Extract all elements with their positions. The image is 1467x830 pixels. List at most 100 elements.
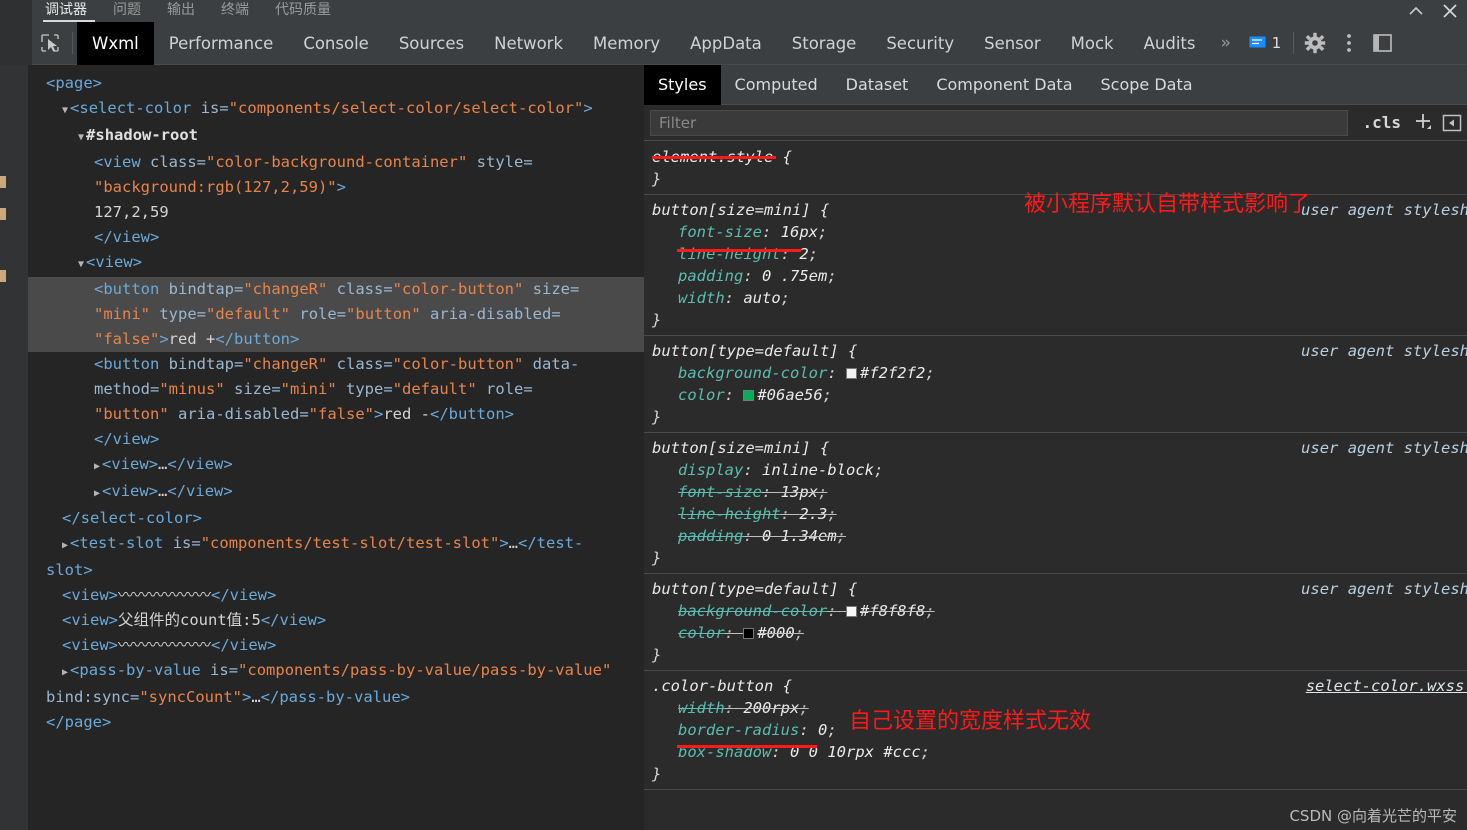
stylesheet-link[interactable]: select-color.wxss:2 — [1306, 675, 1467, 697]
menu-item-output[interactable]: 输出 — [154, 0, 208, 20]
settings-button[interactable] — [1298, 22, 1332, 65]
collapse-button[interactable] — [1399, 0, 1433, 22]
wxml-tree-line[interactable]: "button" aria-disabled="false">red -</bu… — [28, 402, 644, 427]
message-icon — [1249, 36, 1266, 48]
css-declaration[interactable]: padding: 0 .75em; — [652, 265, 1467, 287]
annotation-default-style: 被小程序默认自带样式影响了 — [1024, 192, 1311, 217]
tab-sensor[interactable]: Sensor — [969, 22, 1056, 65]
filter-input[interactable]: Filter — [650, 109, 1349, 136]
tab-memory[interactable]: Memory — [578, 22, 675, 65]
triangle-right-icon[interactable]: ▶ — [62, 660, 68, 685]
tab-security[interactable]: Security — [871, 22, 969, 65]
wxml-tree-line[interactable]: </select-color> — [28, 506, 644, 531]
menu-item-debugger[interactable]: 调试器 — [32, 0, 100, 20]
subtab-dataset[interactable]: Dataset — [832, 65, 923, 105]
subtab-styles[interactable]: Styles — [644, 65, 721, 105]
stylesheet-origin: user agent stylesheet — [1301, 342, 1467, 360]
css-selector[interactable]: button[type=default] {user agent stylesh… — [652, 578, 1467, 600]
css-declaration[interactable]: color: #06ae56; — [652, 384, 1467, 406]
wxml-tree-line[interactable]: method="minus" size="mini" type="default… — [28, 377, 644, 402]
css-rule[interactable]: button[type=default] {user agent stylesh… — [644, 336, 1467, 433]
wxml-tree-line[interactable]: slot> — [28, 558, 644, 583]
subtab-component-data[interactable]: Component Data — [922, 65, 1086, 105]
tab-overflow-button[interactable]: » — [1211, 33, 1241, 53]
wxml-tree-line[interactable]: <button bindtap="changeR" class="color-b… — [28, 352, 644, 377]
wxml-tree-line[interactable]: </view> — [28, 427, 644, 452]
css-rule-close: } — [652, 408, 662, 426]
message-count-indicator[interactable]: 1 — [1241, 34, 1290, 52]
css-declaration[interactable]: line-height: 2.3; — [652, 503, 1467, 525]
css-declaration[interactable]: color: #000; — [652, 622, 1467, 644]
css-rule[interactable]: button[size=mini] {user agent stylesheet… — [644, 433, 1467, 574]
cls-toggle-button[interactable]: .cls — [1354, 113, 1409, 132]
wxml-tree-line[interactable]: </view> — [28, 225, 644, 250]
wxml-tree-line[interactable]: <view>〰〰〰〰〰〰</view> — [28, 633, 644, 658]
devtools-tab-bar: Wxml Performance Console Sources Network… — [0, 21, 1467, 65]
wxml-tree-line[interactable]: ▶ <view>…</view> — [28, 479, 644, 506]
menu-item-terminal[interactable]: 终端 — [208, 0, 262, 20]
triangle-right-icon[interactable]: ▶ — [62, 533, 68, 558]
subtab-computed[interactable]: Computed — [721, 65, 832, 105]
wxml-tree-line[interactable]: <view>〰〰〰〰〰〰</view> — [28, 583, 644, 608]
inspect-element-button[interactable] — [32, 22, 68, 65]
tab-audits[interactable]: Audits — [1129, 22, 1211, 65]
inspect-element-icon — [41, 34, 59, 52]
css-declaration[interactable]: background-color: #f2f2f2; — [652, 362, 1467, 384]
wxml-tree-line[interactable]: ▼ #shadow-root — [28, 123, 644, 150]
wxml-tree-line[interactable]: </page> — [28, 710, 644, 735]
wxml-tree-line[interactable]: "background:rgb(127,2,59)"> — [28, 175, 644, 200]
wxml-tree-line[interactable]: <view class="color-background-container"… — [28, 150, 644, 175]
wxml-tree-line[interactable]: ▶ <view>…</view> — [28, 452, 644, 479]
new-style-rule-button[interactable] — [1409, 111, 1437, 134]
subtab-scope-data[interactable]: Scope Data — [1087, 65, 1207, 105]
css-declaration[interactable]: width: auto; — [652, 287, 1467, 309]
dock-panel-button[interactable] — [1366, 22, 1400, 65]
tab-mock[interactable]: Mock — [1056, 22, 1129, 65]
triangle-right-icon[interactable]: ▶ — [94, 454, 100, 479]
css-rule[interactable]: button[type=default] {user agent stylesh… — [644, 574, 1467, 671]
triangle-down-icon[interactable]: ▼ — [62, 98, 68, 123]
wxml-tree-line[interactable]: ▶ <test-slot is="components/test-slot/tes… — [28, 531, 644, 558]
wxml-tree-panel[interactable]: <page> ▼ <select-color is="components/sele… — [28, 65, 644, 830]
color-swatch[interactable] — [743, 390, 755, 401]
css-selector[interactable]: .color-button {select-color.wxss:2 — [652, 675, 1467, 697]
tab-network[interactable]: Network — [479, 22, 578, 65]
css-declaration[interactable]: background-color: #f8f8f8; — [652, 600, 1467, 622]
wxml-tree-line[interactable]: <view>父组件的count值:5</view> — [28, 608, 644, 633]
wxml-tree-line[interactable]: bind:sync="syncCount">…</pass-by-value> — [28, 685, 644, 710]
color-swatch[interactable] — [743, 628, 755, 639]
menu-item-problems[interactable]: 问题 — [100, 0, 154, 20]
wxml-tree-line[interactable]: ▼ <view> — [28, 250, 644, 277]
annotation-width-invalid: 自己设置的宽度样式无效 — [849, 709, 1092, 734]
color-swatch[interactable] — [845, 368, 857, 379]
css-declaration[interactable]: padding: 0 1.34em; — [652, 525, 1467, 547]
menu-item-code-quality[interactable]: 代码质量 — [262, 0, 344, 20]
triangle-right-icon[interactable]: ▶ — [94, 481, 100, 506]
css-selector[interactable]: button[type=default] {user agent stylesh… — [652, 340, 1467, 362]
css-declaration[interactable]: font-size: 16px; — [652, 221, 1467, 243]
tab-storage[interactable]: Storage — [777, 22, 872, 65]
underline-selector-mini — [652, 156, 776, 159]
triangle-down-icon[interactable]: ▼ — [78, 125, 84, 150]
css-declaration[interactable]: display: inline-block; — [652, 459, 1467, 481]
close-button[interactable] — [1433, 0, 1467, 22]
wxml-tree-line[interactable]: 127,2,59 — [28, 200, 644, 225]
css-declaration[interactable]: font-size: 13px; — [652, 481, 1467, 503]
wxml-tree-line[interactable]: "mini" type="default" role="button" aria… — [28, 302, 644, 327]
css-selector[interactable]: button[size=mini] {user agent stylesheet — [652, 437, 1467, 459]
wxml-tree-line[interactable]: <page> — [28, 71, 644, 96]
triangle-down-icon[interactable]: ▼ — [78, 252, 84, 277]
wxml-tree-line[interactable]: ▶ <pass-by-value is="components/pass-by-v… — [28, 658, 644, 685]
more-options-button[interactable] — [1332, 22, 1366, 65]
tab-wxml[interactable]: Wxml — [77, 21, 154, 65]
wxml-tree-line[interactable]: •••<button bindtap="changeR" class="colo… — [28, 277, 644, 320]
color-swatch[interactable] — [845, 606, 857, 617]
css-declaration[interactable]: line-height: 2; — [652, 243, 1467, 265]
wxml-tree-line[interactable]: "false">red +</button> — [28, 327, 644, 352]
toggle-sidebar-button[interactable] — [1437, 113, 1467, 133]
tab-sources[interactable]: Sources — [384, 22, 479, 65]
wxml-tree-line[interactable]: ▼ <select-color is="components/select-col… — [28, 96, 644, 123]
tab-performance[interactable]: Performance — [154, 22, 289, 65]
tab-appdata[interactable]: AppData — [675, 22, 777, 65]
tab-console[interactable]: Console — [288, 22, 384, 65]
